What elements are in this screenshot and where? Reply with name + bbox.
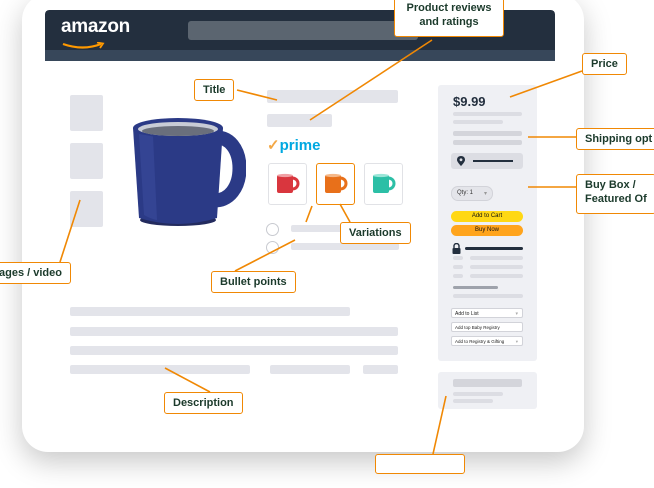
callout-text: and ratings [419,16,479,28]
callout-description: Description [164,392,243,414]
callout-text: Buy Box / [585,179,636,191]
callout-product-reviews: Product reviews and ratings [394,0,504,37]
callout-price: Price [582,53,627,75]
callout-partial [375,454,465,474]
callout-shipping: Shipping opt [576,128,654,150]
callout-images-video: ages / video [0,262,71,284]
callout-text: Product reviews [406,2,492,14]
callout-bullet-points: Bullet points [211,271,296,293]
callout-text: Featured Of [585,193,647,205]
annotation-lines [59,39,583,455]
callout-variations: Variations [340,222,411,244]
callout-buy-box: Buy Box / Featured Of [576,174,654,214]
callout-title: Title [194,79,235,101]
